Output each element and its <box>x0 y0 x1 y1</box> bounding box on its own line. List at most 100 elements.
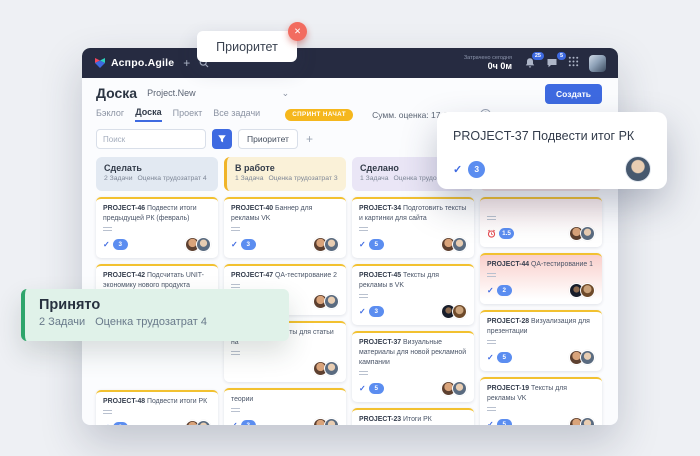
task-id: PROJECT-42 <box>103 272 145 279</box>
chevron-down-icon: ⌄ <box>282 88 290 99</box>
task-id: PROJECT-28 <box>487 318 529 325</box>
priority-tooltip-label: Приоритет <box>216 40 278 54</box>
board-select[interactable]: Project.New ⌄ <box>147 88 289 99</box>
notifications-badge: 25 <box>532 52 544 60</box>
accepted-status-card[interactable]: Принято 2 ЗадачиОценка трудозатрат 4 <box>21 289 289 341</box>
task-title: Подвести итоги РК <box>147 398 207 405</box>
description-icon <box>487 216 496 220</box>
check-icon: ✓ <box>359 307 366 316</box>
accepted-title: Принято <box>39 297 289 313</box>
notifications-button[interactable]: 25 <box>524 57 536 69</box>
assignee-avatars <box>189 420 211 425</box>
task-id: PROJECT-47 <box>231 272 273 279</box>
dragged-task-card[interactable]: PROJECT-37 Подвести итог РК ✓ 3 <box>437 112 667 189</box>
task-card[interactable]: теории ✓3 <box>224 388 346 425</box>
accepted-estimate: Оценка трудозатрат 4 <box>95 316 207 328</box>
task-card[interactable]: PROJECT-46 Подвести итоги предыдущей РК … <box>96 197 218 258</box>
add-icon[interactable]: + <box>183 57 190 69</box>
priority-filter-chip[interactable]: Приоритет <box>238 129 298 149</box>
column-meta: 1 ЗадачаОценка трудозатрат 3 <box>235 175 338 182</box>
description-icon <box>231 351 240 355</box>
task-card[interactable]: PROJECT-40 Баннер для рекламы VK ✓3 <box>224 197 346 258</box>
check-icon: ✓ <box>359 384 366 393</box>
task-card[interactable]: PROJECT-19 Тексты для рекламы VK ✓5 <box>480 377 602 425</box>
estimate-badge: 3 <box>241 239 256 250</box>
close-icon: ✕ <box>294 26 301 37</box>
priority-tooltip: Приоритет ✕ <box>197 31 297 62</box>
avatar <box>580 417 595 425</box>
assignee-avatars <box>445 237 467 252</box>
alarm-icon <box>487 229 496 238</box>
assignee-avatars <box>317 294 339 309</box>
user-avatar[interactable] <box>589 55 606 72</box>
check-icon: ✓ <box>103 240 110 249</box>
create-button[interactable]: Создать <box>545 84 602 104</box>
task-card[interactable]: PROJECT-48 Подвести итоги РК ✓2 <box>96 390 218 425</box>
column-name: Сделать <box>104 163 210 173</box>
description-icon <box>487 340 496 344</box>
avatar <box>580 283 595 298</box>
task-id: PROJECT-37 <box>359 339 401 346</box>
task-title: Итоги РК <box>403 416 432 423</box>
apps-grid-button[interactable] <box>568 54 579 72</box>
task-card[interactable]: PROJECT-45 Тексты для рекламы в VK ✓3 <box>352 264 474 325</box>
chat-icon <box>546 57 558 69</box>
task-id: PROJECT-34 <box>359 205 401 212</box>
assignee-avatars <box>445 304 467 319</box>
avatar <box>196 237 211 252</box>
topbar-right: Затрачено сегодня 0ч 0м 25 5 <box>464 54 606 72</box>
assignee-avatars <box>317 361 339 376</box>
grid-icon <box>568 56 579 67</box>
filter-button[interactable] <box>212 129 232 149</box>
estimate-badge: 1.5 <box>499 228 514 239</box>
description-icon <box>231 408 240 412</box>
add-filter-icon[interactable]: + <box>306 132 313 146</box>
task-card[interactable]: PROJECT-37 Визуальные материалы для ново… <box>352 331 474 402</box>
column-header[interactable]: В работе 1 ЗадачаОценка трудозатрат 3 <box>224 157 346 191</box>
check-icon: ✓ <box>487 286 494 295</box>
task-id: PROJECT-46 <box>103 205 145 212</box>
messages-button[interactable]: 5 <box>546 57 558 69</box>
avatar <box>324 294 339 309</box>
task-id: PROJECT-19 <box>487 385 529 392</box>
task-card[interactable]: PROJECT-23 Итоги РК ✓5 <box>352 408 474 425</box>
assignee-avatars <box>573 226 595 241</box>
description-icon <box>103 410 112 414</box>
check-icon: ✓ <box>453 163 462 176</box>
column-header[interactable]: Сделать 2 ЗадачиОценка трудозатрат 4 <box>96 157 218 191</box>
search-input[interactable] <box>96 129 206 149</box>
avatar <box>580 226 595 241</box>
task-card-overdue[interactable]: PROJECT-44 QA-тестирование 1 ✓2 <box>480 253 602 304</box>
column-accepted: 1.5 PROJECT-44 QA-тестирование 1 ✓2 PROJ… <box>480 157 602 425</box>
task-card[interactable]: PROJECT-34 Подготовить тексты и картинки… <box>352 197 474 258</box>
task-title: QA-тестирование 2 <box>275 272 337 279</box>
avatar <box>452 381 467 396</box>
column-name: В работе <box>235 163 338 173</box>
task-card[interactable]: 1.5 <box>480 197 602 247</box>
app-logo: Аспро.Agile <box>94 57 174 69</box>
estimate-badge: 2 <box>113 422 128 425</box>
kanban-board: Сделать 2 ЗадачиОценка трудозатрат 4 PRO… <box>82 149 618 425</box>
close-button[interactable]: ✕ <box>288 22 307 41</box>
sprint-status-badge: СПРИНТ НАЧАТ <box>285 109 353 121</box>
task-title: QA-тестирование 1 <box>531 261 593 268</box>
description-icon <box>359 371 368 375</box>
description-icon <box>231 284 240 288</box>
tab-board[interactable]: Доска <box>135 107 161 122</box>
app-name: Аспро.Agile <box>111 57 174 69</box>
dragged-task-title: PROJECT-37 Подвести итог РК <box>453 129 651 143</box>
assignee-avatars <box>573 283 595 298</box>
app-logo-icon <box>94 57 106 69</box>
messages-badge: 5 <box>557 52 566 60</box>
page-title: Доска <box>96 85 137 101</box>
time-tracker[interactable]: Затрачено сегодня 0ч 0м <box>464 55 512 71</box>
check-icon: ✓ <box>103 423 110 425</box>
column-done: Сделано 1 ЗадачаОценка трудозатрат PROJE… <box>352 157 474 425</box>
tab-project[interactable]: Проект <box>173 108 203 121</box>
tab-all-tasks[interactable]: Все задачи <box>213 108 260 121</box>
avatar <box>452 304 467 319</box>
tab-backlog[interactable]: Бэклог <box>96 108 124 121</box>
task-card[interactable]: PROJECT-28 Визуализация для презентации … <box>480 310 602 371</box>
avatar <box>324 418 339 425</box>
description-icon <box>231 227 240 231</box>
